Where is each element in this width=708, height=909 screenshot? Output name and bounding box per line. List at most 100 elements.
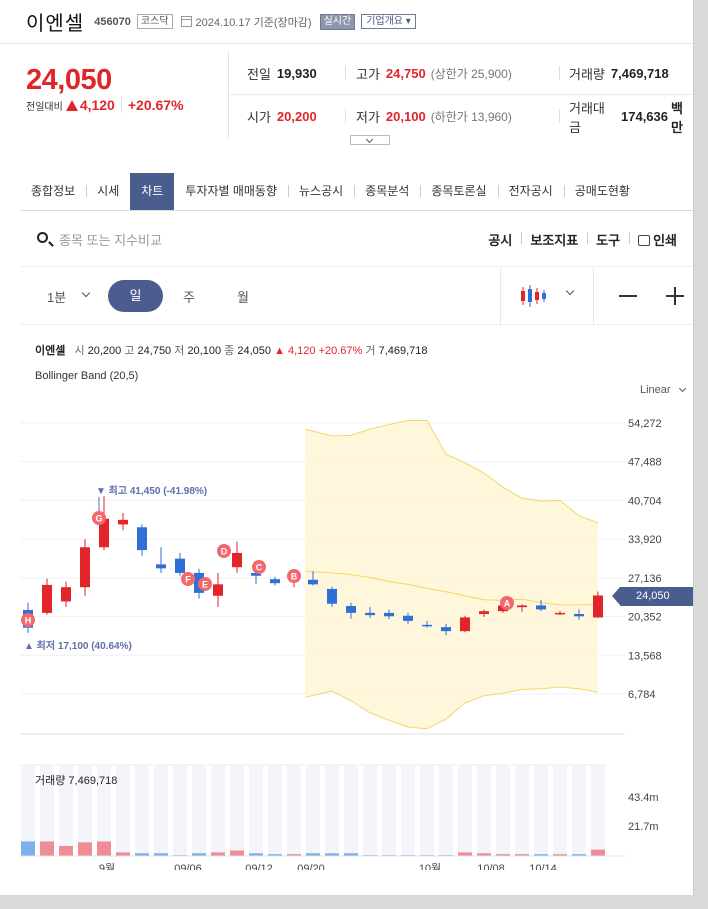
volume-slot xyxy=(401,765,415,856)
chart-type-chevron-icon[interactable] xyxy=(565,286,575,296)
scale-select[interactable]: Linear xyxy=(640,384,671,396)
event-marker-g: G xyxy=(92,511,106,525)
volume-bar xyxy=(211,852,225,856)
volume-slot xyxy=(287,765,301,856)
zoom-in-icon[interactable] xyxy=(666,287,684,305)
candlestick-icon[interactable] xyxy=(520,284,546,308)
period-week-button[interactable]: 주 xyxy=(183,287,195,306)
tab-overview[interactable]: 종합정보 xyxy=(20,173,86,210)
price-stats: 전일 19,930 고가 24,750 (상한가 25,900) 거래량 7,469,7… xyxy=(229,52,693,138)
legend-change: ▲ 4,120 +20.67% xyxy=(274,345,363,357)
market-badge: 코스닥 xyxy=(136,14,173,29)
volume-slot xyxy=(344,765,358,856)
candle-body xyxy=(555,612,565,615)
period-bar: 1분 일 주 월 xyxy=(20,268,693,325)
candle-body xyxy=(479,611,489,615)
company-info-label: 기업개요 xyxy=(366,16,403,27)
y-tick-label: 20,352 xyxy=(628,612,662,624)
y-tick-label: 6,784 xyxy=(628,689,656,701)
realtime-button[interactable]: 실시간 xyxy=(319,13,356,30)
minute-select[interactable]: 1분 xyxy=(47,287,66,306)
high-value: 24,750 xyxy=(385,65,426,81)
candle-body xyxy=(61,587,71,602)
volume-value: 7,469,718 xyxy=(610,65,669,81)
tab-news[interactable]: 뉴스공시 xyxy=(288,173,354,210)
volume-slot xyxy=(306,765,320,856)
legend-stock-name: 이엔셀 xyxy=(35,345,66,357)
company-info-dropdown[interactable]: 기업개요 ▾ xyxy=(361,14,416,29)
y-tick-label: 33,920 xyxy=(628,534,662,546)
max-price-annotation: ▼ 최고 41,450 (-41.98%) xyxy=(96,484,207,497)
event-marker-a: A xyxy=(500,596,514,610)
candle-body xyxy=(270,579,280,584)
tab-disclosure[interactable]: 전자공시 xyxy=(497,173,564,210)
turnover-value: 174,636 xyxy=(621,109,668,124)
y-tick-label: 40,704 xyxy=(628,495,662,507)
min-price-annotation: ▲ 최저 17,100 (40.64%) xyxy=(24,639,132,652)
indicator-button[interactable]: 보조지표 xyxy=(521,230,587,249)
change-percent: +20.67% xyxy=(120,97,184,113)
up-arrow-icon xyxy=(65,99,78,111)
candle-body xyxy=(346,606,356,613)
volume-slot xyxy=(363,765,377,856)
turnover-label: 거래대금 xyxy=(569,100,605,135)
event-marker-label: G xyxy=(95,514,102,524)
upper-limit: (상한가 25,900) xyxy=(430,66,512,81)
tab-short-selling[interactable]: 공매도현황 xyxy=(563,173,641,210)
expand-toggle-button[interactable] xyxy=(350,135,390,145)
event-marker-label: A xyxy=(504,599,511,609)
volume-tick-label: 21.7m xyxy=(628,821,659,833)
tab-investor-trading[interactable]: 투자자별 매매동향 xyxy=(174,173,288,210)
candle-body xyxy=(80,547,90,588)
volume-slot xyxy=(477,765,491,856)
event-marker-label: H xyxy=(25,616,32,626)
candle-body xyxy=(232,552,242,568)
event-marker-e: E xyxy=(198,577,212,591)
candle-body xyxy=(118,519,128,525)
event-marker-b: B xyxy=(287,569,301,583)
prev-close-value: 19,930 xyxy=(276,65,317,81)
lower-limit: (하한가 13,960) xyxy=(430,110,512,124)
candle-body xyxy=(365,612,375,616)
price-chart[interactable]: 54,272 47,488 40,704 33,920 27,136 20,352 13,5… xyxy=(0,400,694,870)
event-marker-d: D xyxy=(217,544,231,558)
period-day-button[interactable]: 일 xyxy=(108,280,163,312)
y-tick-label: 13,568 xyxy=(628,650,662,662)
volume-slot xyxy=(534,765,548,856)
print-button[interactable]: 인쇄 xyxy=(629,230,686,249)
disclosure-button[interactable]: 공시 xyxy=(479,230,521,249)
stock-page: 이엔셀 456070 코스닥 2024.10.17 기준(장마감) 실시간 기업… xyxy=(0,0,694,895)
calendar-icon xyxy=(180,16,192,27)
volume-bar xyxy=(458,852,472,856)
indicator-legend[interactable]: Bollinger Band (20,5) xyxy=(35,370,138,382)
volume-slot xyxy=(268,765,282,856)
volume-slot xyxy=(515,765,529,856)
volume-legend: 거래량 7,469,718 xyxy=(35,775,118,787)
chevron-down-icon[interactable] xyxy=(678,384,687,393)
stock-code: 456070 xyxy=(94,15,131,28)
change-value: 4,120 xyxy=(79,97,115,113)
change-label: 전일대비 xyxy=(26,101,63,113)
event-marker-label: B xyxy=(291,572,298,582)
open-label: 시가 xyxy=(247,110,271,125)
volume-slot xyxy=(135,765,149,856)
candle-body xyxy=(460,617,470,632)
chevron-down-icon[interactable] xyxy=(81,288,91,298)
volume-slot xyxy=(325,765,339,856)
search-input[interactable]: 종목 또는 지수비교 xyxy=(59,230,162,249)
base-date: 2024.10.17 기준(장마감) xyxy=(195,16,312,29)
tab-analysis[interactable]: 종목분석 xyxy=(354,173,420,210)
volume-bar xyxy=(59,845,73,856)
zoom-out-icon[interactable] xyxy=(619,295,637,297)
volume-bar xyxy=(230,850,244,856)
event-marker-f: F xyxy=(181,572,195,586)
tab-quotes[interactable]: 시세 xyxy=(86,173,130,210)
tab-chart[interactable]: 차트 xyxy=(130,173,175,210)
y-tick-label: 54,272 xyxy=(628,418,662,430)
tools-button[interactable]: 도구 xyxy=(587,230,629,249)
volume-slot xyxy=(591,765,605,856)
ohlc-legend: 이엔셀 시 20,200 고 24,750 저 20,100 종 24,050 … xyxy=(35,345,428,357)
volume-slot xyxy=(192,765,206,856)
tab-discussion[interactable]: 종목토론실 xyxy=(420,173,497,210)
period-month-button[interactable]: 월 xyxy=(237,287,249,306)
